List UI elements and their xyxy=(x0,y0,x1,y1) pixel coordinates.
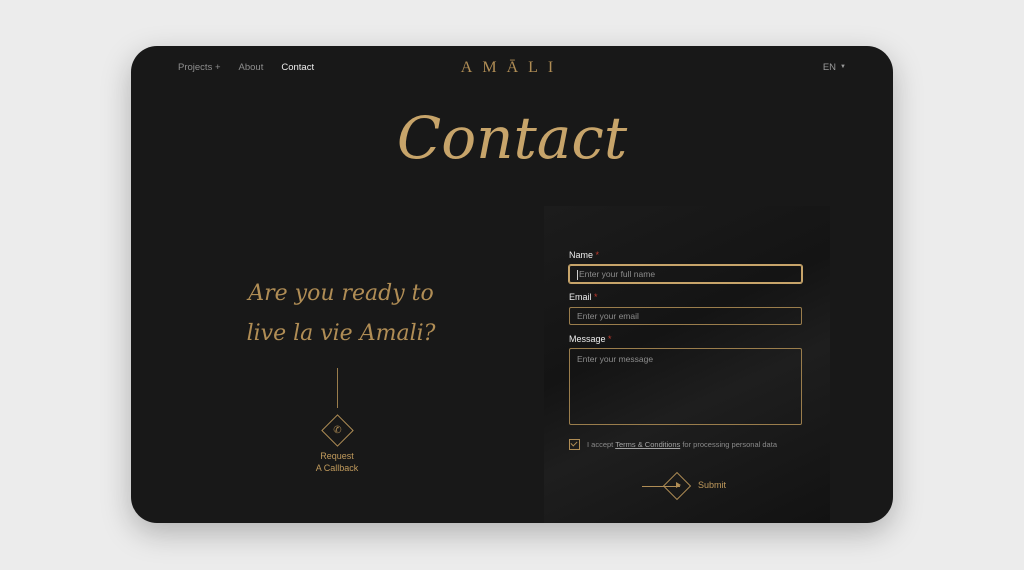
message-placeholder: Enter your message xyxy=(577,354,654,364)
arrow-right-icon xyxy=(676,482,681,488)
nav-projects[interactable]: Projects + xyxy=(178,62,221,73)
tagline: Are you ready to live la vie Amali? xyxy=(226,274,456,354)
tagline-line-2: live la vie Amali? xyxy=(246,321,436,346)
text-cursor xyxy=(577,269,578,280)
callback-line-1: Request xyxy=(320,451,354,461)
message-label-text: Message xyxy=(569,334,606,344)
callback-line-2: A Callback xyxy=(315,463,359,473)
required-mark: * xyxy=(595,250,600,260)
phone-icon: ✆ xyxy=(333,425,342,436)
name-placeholder: Enter your full name xyxy=(579,269,656,279)
required-mark: * xyxy=(608,334,612,344)
terms-consent: I accept Terms & Conditions for processi… xyxy=(569,439,777,450)
message-label: Message * xyxy=(569,334,612,344)
required-mark: * xyxy=(594,292,598,302)
name-input[interactable]: Enter your full name xyxy=(569,265,802,283)
name-label-text: Name xyxy=(569,250,594,260)
logo[interactable]: AMĀLI xyxy=(461,59,563,77)
divider-line xyxy=(337,368,338,408)
agree-suffix: for processing personal data xyxy=(682,440,777,449)
email-input[interactable]: Enter your email xyxy=(569,307,802,325)
terms-link[interactable]: Terms & Conditions xyxy=(615,440,680,449)
email-placeholder: Enter your email xyxy=(577,311,639,321)
page-title: Contact xyxy=(396,104,628,172)
tagline-line-1: Are you ready to xyxy=(248,281,434,306)
nav-contact[interactable]: Contact xyxy=(281,62,314,73)
browser-frame: Projects + About Contact AMĀLI EN ▼ Conta… xyxy=(131,46,893,523)
name-label: Name * xyxy=(569,250,599,260)
request-callback-link[interactable]: Request A Callback xyxy=(297,450,377,474)
nav-about[interactable]: About xyxy=(239,62,264,73)
email-label-text: Email xyxy=(569,292,592,302)
contact-form: Name * Enter your full name Email * Ente… xyxy=(544,206,830,523)
top-nav: Projects + About Contact AMĀLI EN ▼ xyxy=(178,59,846,82)
nav-links: Projects + About Contact xyxy=(178,62,314,73)
submit-label: Submit xyxy=(698,480,727,490)
agree-prefix: I accept xyxy=(587,440,614,449)
language-selector[interactable]: EN ▼ xyxy=(823,62,846,73)
message-textarea[interactable]: Enter your message xyxy=(569,348,802,425)
terms-checkbox[interactable] xyxy=(569,439,580,450)
submit-button[interactable]: Submit xyxy=(642,471,792,502)
email-label: Email * xyxy=(569,292,598,302)
language-label: EN xyxy=(822,62,837,73)
caret-down-icon: ▼ xyxy=(840,64,846,71)
